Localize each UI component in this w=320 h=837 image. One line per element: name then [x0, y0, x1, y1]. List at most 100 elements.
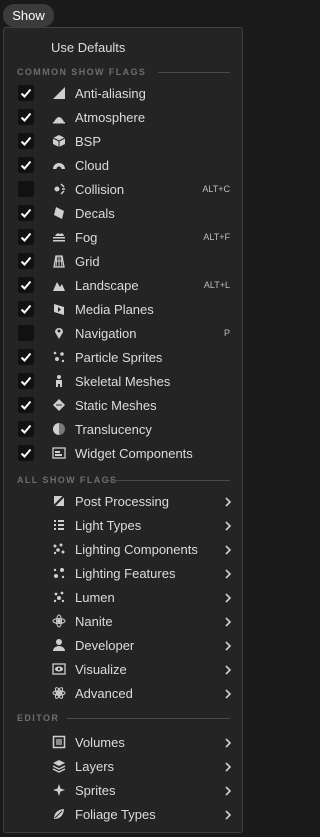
- particle-sprites-icon: [51, 349, 67, 365]
- show-flag-translucency[interactable]: Translucency: [4, 417, 242, 441]
- show-flag-atmosphere[interactable]: Atmosphere: [4, 105, 242, 129]
- show-flag-media-planes[interactable]: Media Planes: [4, 297, 242, 321]
- submenu-label: Lighting Features: [75, 565, 176, 581]
- show-flag-label: Anti-aliasing: [75, 85, 146, 101]
- checkbox-unchecked[interactable]: [18, 181, 34, 197]
- light-types-icon: [51, 517, 67, 533]
- use-defaults-label: Use Defaults: [51, 39, 126, 55]
- submenu-layers[interactable]: Layers: [4, 754, 242, 778]
- show-flag-label: Media Planes: [75, 301, 154, 317]
- submenu-label: Visualize: [75, 661, 127, 677]
- submenu-sprites[interactable]: Sprites: [4, 778, 242, 802]
- checkbox-checked[interactable]: [18, 157, 34, 173]
- submenu-label: Layers: [75, 758, 115, 774]
- show-flag-label: Particle Sprites: [75, 349, 163, 365]
- fog-icon: [51, 229, 67, 245]
- submenu-developer[interactable]: Developer: [4, 633, 242, 657]
- static-meshes-icon: [51, 397, 67, 413]
- show-flag-label: Atmosphere: [75, 109, 146, 125]
- shortcut-hint: ALT+F: [203, 232, 230, 242]
- submenu-light-types[interactable]: Light Types: [4, 513, 242, 537]
- submenu-label: Volumes: [75, 734, 125, 750]
- show-flag-cloud[interactable]: Cloud: [4, 153, 242, 177]
- checkbox-checked[interactable]: [18, 421, 34, 437]
- cloud-icon: [51, 157, 67, 173]
- section-common-show-flags: COMMON SHOW FLAGS: [4, 64, 242, 80]
- chevron-right-icon: [223, 687, 233, 699]
- checkbox-checked[interactable]: [18, 349, 34, 365]
- submenu-label: Advanced: [75, 685, 133, 701]
- submenu-label: Sprites: [75, 782, 116, 798]
- chevron-right-icon: [223, 760, 233, 772]
- checkbox-checked[interactable]: [18, 397, 34, 413]
- chevron-right-icon: [223, 519, 233, 531]
- section-editor-label: EDITOR: [17, 713, 60, 723]
- show-flag-label: Translucency: [75, 421, 152, 437]
- submenu-lighting-components[interactable]: Lighting Components: [4, 537, 242, 561]
- chevron-right-icon: [223, 639, 233, 651]
- checkbox-checked[interactable]: [18, 133, 34, 149]
- show-flag-label: Grid: [75, 253, 100, 269]
- layers-icon: [51, 758, 67, 774]
- checkbox-checked[interactable]: [18, 301, 34, 317]
- section-common-label: COMMON SHOW FLAGS: [17, 67, 147, 77]
- section-all-show-flags: ALL SHOW FLAGS: [4, 472, 242, 488]
- submenu-visualize[interactable]: Visualize: [4, 657, 242, 681]
- show-flag-particle-sprites[interactable]: Particle Sprites: [4, 345, 242, 369]
- shortcut-hint: P: [223, 328, 230, 338]
- submenu-label: Developer: [75, 637, 135, 653]
- submenu-nanite[interactable]: Nanite: [4, 609, 242, 633]
- skeletal-meshes-icon: [51, 373, 67, 389]
- chevron-right-icon: [223, 615, 233, 627]
- show-flag-label: Cloud: [75, 157, 109, 173]
- checkbox-checked[interactable]: [18, 253, 34, 269]
- show-flag-label: Collision: [75, 181, 125, 197]
- show-flag-label: Decals: [75, 205, 115, 221]
- submenu-volumes[interactable]: Volumes: [4, 730, 242, 754]
- show-button[interactable]: Show: [3, 4, 54, 27]
- checkbox-checked[interactable]: [18, 85, 34, 101]
- show-flag-anti-aliasing[interactable]: Anti-aliasing: [4, 81, 242, 105]
- submenu-label: Lumen: [75, 589, 115, 605]
- foliage-types-icon: [51, 806, 67, 822]
- checkbox-checked[interactable]: [18, 277, 34, 293]
- show-flag-decals[interactable]: Decals: [4, 201, 242, 225]
- submenu-post-processing[interactable]: Post Processing: [4, 489, 242, 513]
- nanite-icon: [51, 613, 67, 629]
- show-flag-label: BSP: [75, 133, 102, 149]
- bsp-icon: [51, 133, 67, 149]
- submenu-lighting-features[interactable]: Lighting Features: [4, 561, 242, 585]
- submenu-label: Post Processing: [75, 493, 169, 509]
- chevron-right-icon: [223, 567, 233, 579]
- lighting-components-icon: [51, 541, 67, 557]
- use-defaults-item[interactable]: Use Defaults: [4, 35, 242, 59]
- checkbox-checked[interactable]: [18, 445, 34, 461]
- show-flag-static-meshes[interactable]: Static Meshes: [4, 393, 242, 417]
- checkbox-checked[interactable]: [18, 205, 34, 221]
- show-flag-widget-components[interactable]: Widget Components: [4, 441, 242, 465]
- submenu-advanced[interactable]: Advanced: [4, 681, 242, 705]
- show-flag-fog[interactable]: Fog ALT+F: [4, 225, 242, 249]
- show-flag-landscape[interactable]: Landscape ALT+L: [4, 273, 242, 297]
- checkbox-checked[interactable]: [18, 229, 34, 245]
- chevron-right-icon: [223, 495, 233, 507]
- section-all-label: ALL SHOW FLAGS: [17, 475, 118, 485]
- checkbox-checked[interactable]: [18, 373, 34, 389]
- developer-icon: [51, 637, 67, 653]
- widget-components-icon: [51, 445, 67, 461]
- show-flag-skeletal-meshes[interactable]: Skeletal Meshes: [4, 369, 242, 393]
- show-flag-grid[interactable]: Grid: [4, 249, 242, 273]
- show-flag-bsp[interactable]: BSP: [4, 129, 242, 153]
- section-divider: [67, 717, 230, 719]
- submenu-lumen[interactable]: Lumen: [4, 585, 242, 609]
- submenu-foliage-types[interactable]: Foliage Types: [4, 802, 242, 826]
- chevron-right-icon: [223, 808, 233, 820]
- landscape-icon: [51, 277, 67, 293]
- show-flag-collision[interactable]: Collision ALT+C: [4, 177, 242, 201]
- show-flag-navigation[interactable]: Navigation P: [4, 321, 242, 345]
- show-button-label: Show: [12, 8, 45, 23]
- section-editor: EDITOR: [4, 710, 242, 726]
- checkbox-unchecked[interactable]: [18, 325, 34, 341]
- checkbox-checked[interactable]: [18, 109, 34, 125]
- collision-icon: [51, 181, 67, 197]
